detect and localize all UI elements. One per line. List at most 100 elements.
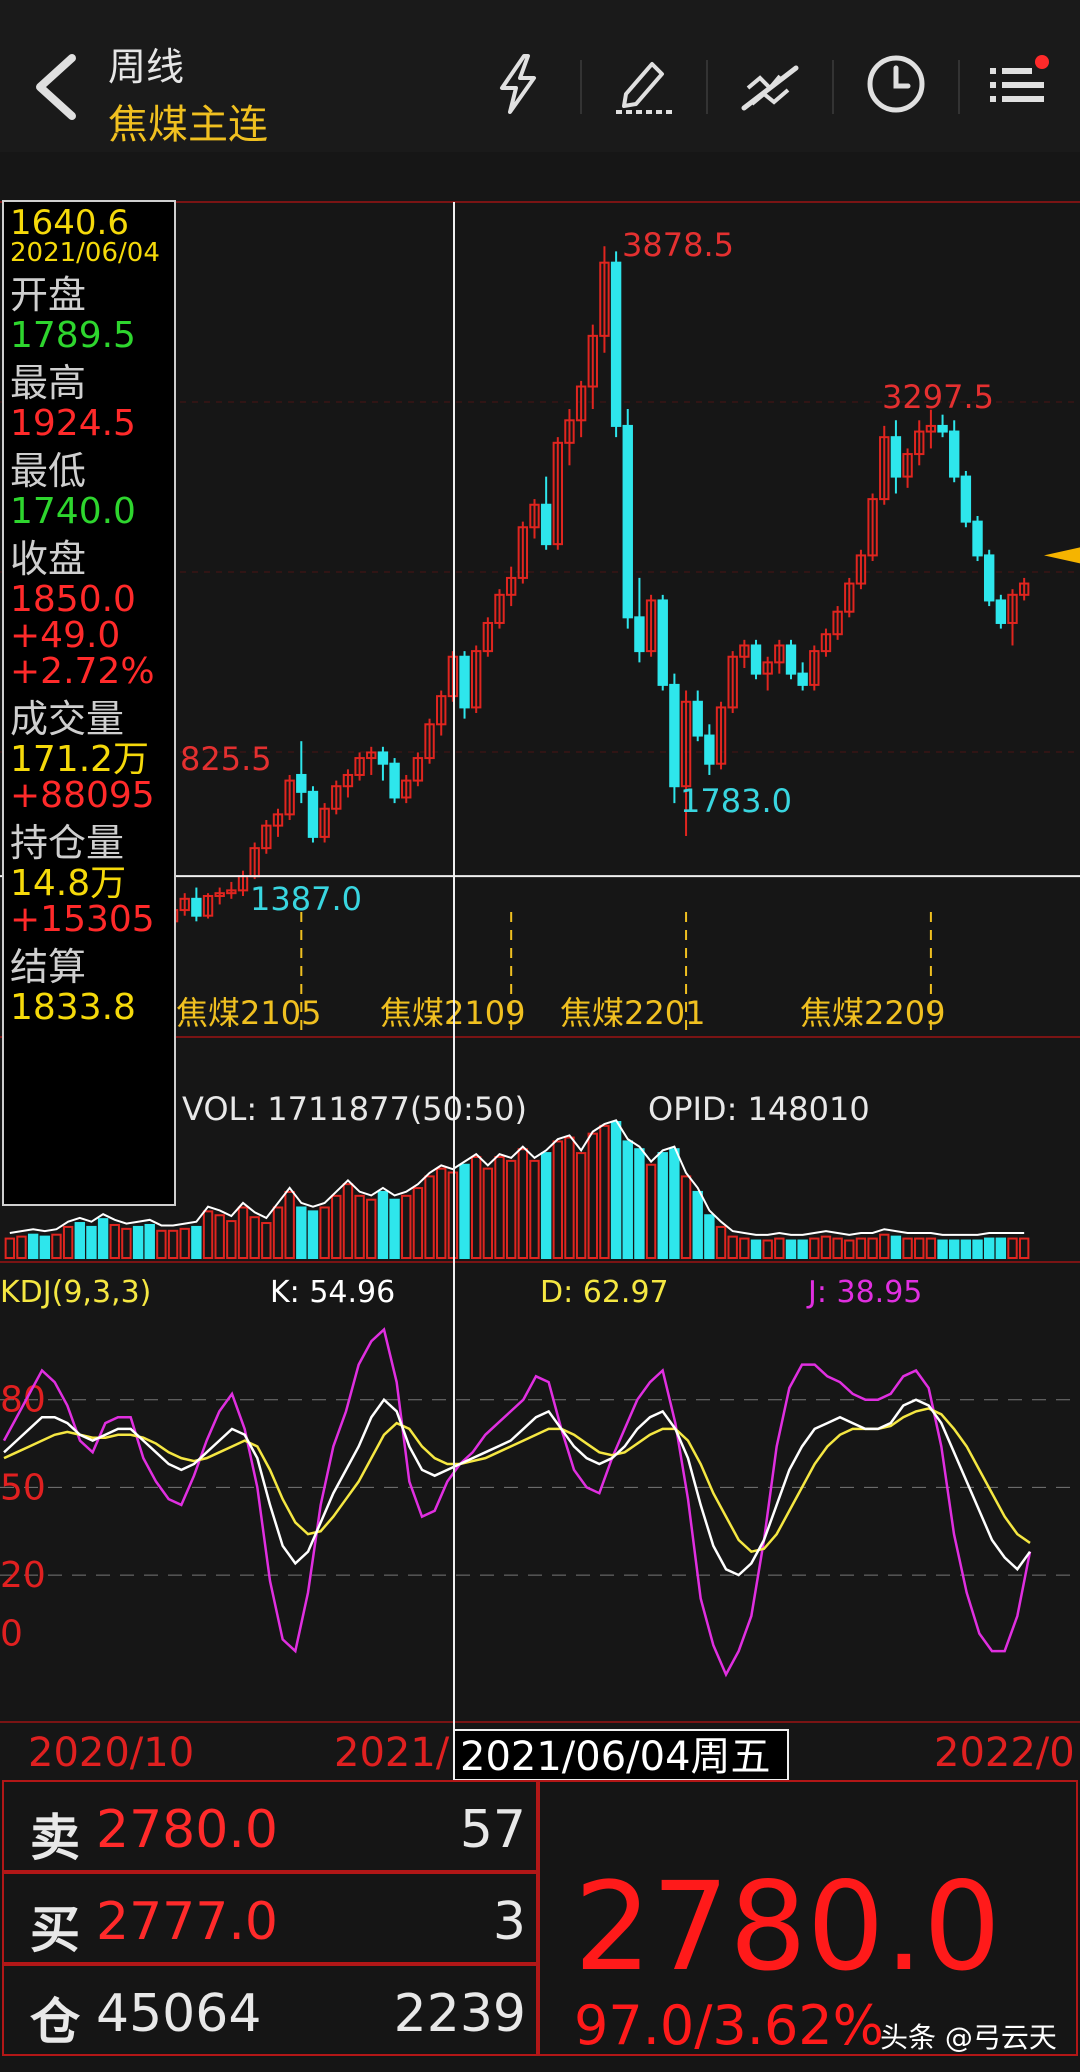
candle-body — [960, 475, 972, 523]
candle-body — [634, 616, 645, 653]
sell-qty: 57 — [459, 1800, 526, 1860]
volume-bar — [622, 1140, 633, 1260]
x-axis-label: 2022/0 — [934, 1730, 1075, 1776]
volume-change-value: +88095 — [10, 775, 155, 816]
candle-body — [459, 655, 470, 709]
volume-bar — [937, 1239, 948, 1259]
kdj-tick-label: 20 — [0, 1555, 46, 1596]
volume-bar — [86, 1225, 97, 1260]
sell-label: 卖 — [30, 1809, 80, 1867]
candle-body — [983, 554, 995, 602]
buy-row[interactable]: 买 2777.0 3 — [2, 1872, 538, 1964]
oi-value: 14.8万 — [10, 863, 127, 904]
volume-bar — [797, 1239, 808, 1259]
candle-body — [307, 790, 319, 838]
x-axis-label: 2020/10 — [28, 1730, 194, 1776]
info-panel: 1640.6 2021/06/04 开盘 1789.5 最高 1924.5 最低… — [2, 200, 176, 1206]
candle-body — [622, 424, 633, 619]
candle-body — [377, 751, 389, 765]
volume-bar — [540, 1152, 552, 1259]
contract-label: 焦煤2109 — [380, 994, 525, 1032]
candle-body — [937, 424, 948, 433]
kdj-k-label: K: 54.96 — [270, 1275, 395, 1310]
sell-price: 2780.0 — [96, 1800, 278, 1860]
divider — [958, 60, 960, 114]
volume-bar — [983, 1237, 995, 1259]
volume-bar — [704, 1214, 715, 1260]
back-arrow-icon[interactable] — [28, 52, 82, 122]
buy-label: 买 — [30, 1901, 80, 1959]
info-date: 2021/06/04 — [10, 238, 160, 268]
volume-bar — [960, 1239, 972, 1259]
open-label: 开盘 — [10, 273, 87, 317]
candle-body — [890, 436, 902, 478]
buy-price: 2777.0 — [96, 1892, 278, 1952]
volume-bar — [191, 1225, 202, 1260]
watermark: 头条 @弓云天 — [880, 2021, 1057, 2054]
candle-body — [191, 897, 202, 917]
volume-bar — [949, 1239, 960, 1259]
change-value: +49.0 — [10, 615, 121, 656]
volume-label: 成交量 — [10, 697, 125, 741]
oi-change-value: +15305 — [10, 899, 155, 940]
volume-bar — [39, 1235, 51, 1259]
kdj-j-label: J: 38.95 — [806, 1275, 922, 1310]
menu-list-icon[interactable] — [986, 52, 1050, 116]
candle-body — [797, 672, 808, 686]
candle-body — [669, 683, 680, 788]
open-value: 1789.5 — [10, 315, 136, 356]
sell-row[interactable]: 卖 2780.0 57 — [2, 1780, 538, 1872]
volume-bar — [389, 1198, 400, 1259]
candle-body — [657, 599, 668, 686]
candle-body — [785, 644, 797, 675]
candle-body — [995, 599, 1007, 624]
oi-row-value: 45064 — [96, 1984, 262, 2044]
close-label: 收盘 — [10, 537, 87, 581]
high-price-label: 3878.5 — [622, 226, 734, 264]
candle-body — [949, 430, 960, 478]
draw-pen-icon[interactable] — [612, 52, 676, 116]
buy-qty: 3 — [492, 1892, 526, 1952]
volume-bar — [97, 1218, 109, 1259]
candle-body — [610, 261, 622, 427]
volume-legend: VOL: 1711877(50:50) — [182, 1090, 527, 1128]
oi-row[interactable]: 仓 45064 2239 — [2, 1964, 538, 2056]
x-axis-label: 2021/ — [334, 1730, 450, 1776]
high-price-label: 825.5 — [180, 740, 272, 778]
volume-bar — [750, 1239, 762, 1259]
clock-icon[interactable] — [864, 52, 928, 116]
symbol-title[interactable]: 焦煤主连 — [108, 92, 268, 150]
last-price: 2780.0 — [574, 1856, 1001, 1998]
volume-bar — [307, 1210, 319, 1260]
volume-bar — [785, 1239, 797, 1259]
info-price: 1640.6 — [10, 203, 129, 243]
high-value: 1924.5 — [10, 403, 136, 444]
kdj-d-label: D: 62.97 — [540, 1275, 669, 1310]
volume-bar — [995, 1237, 1007, 1259]
volume-bar — [890, 1235, 902, 1259]
oi-label: 持仓量 — [10, 821, 125, 865]
trend-line-icon[interactable] — [738, 52, 802, 116]
period-label[interactable]: 周线 — [108, 36, 184, 91]
volume-bar — [74, 1222, 85, 1259]
contract-label: 焦煤2209 — [800, 994, 945, 1032]
oi-row-label: 仓 — [30, 1993, 80, 2051]
opid-legend: OPID: 148010 — [648, 1090, 870, 1128]
volume-value: 171.2万 — [10, 739, 150, 780]
volume-bar — [27, 1233, 39, 1259]
divider — [706, 60, 708, 114]
volume-bar — [634, 1148, 645, 1260]
candle-body — [972, 520, 983, 557]
low-value: 1740.0 — [10, 491, 136, 532]
candle-body — [750, 644, 762, 675]
volume-bar — [296, 1206, 307, 1260]
kdj-tick-label: 80 — [0, 1380, 46, 1421]
high-price-label: 3297.5 — [882, 378, 994, 416]
settle-value: 1833.8 — [10, 987, 136, 1028]
divider — [580, 60, 582, 114]
contract-label: 焦煤2105 — [176, 994, 321, 1032]
lightning-icon[interactable] — [486, 52, 550, 116]
kdj-tick-label: 0 — [0, 1614, 23, 1655]
last-price-box[interactable]: 2780.0 97.0/3.62% — [538, 1780, 1078, 2057]
change-pct-value: +2.72% — [10, 651, 155, 692]
